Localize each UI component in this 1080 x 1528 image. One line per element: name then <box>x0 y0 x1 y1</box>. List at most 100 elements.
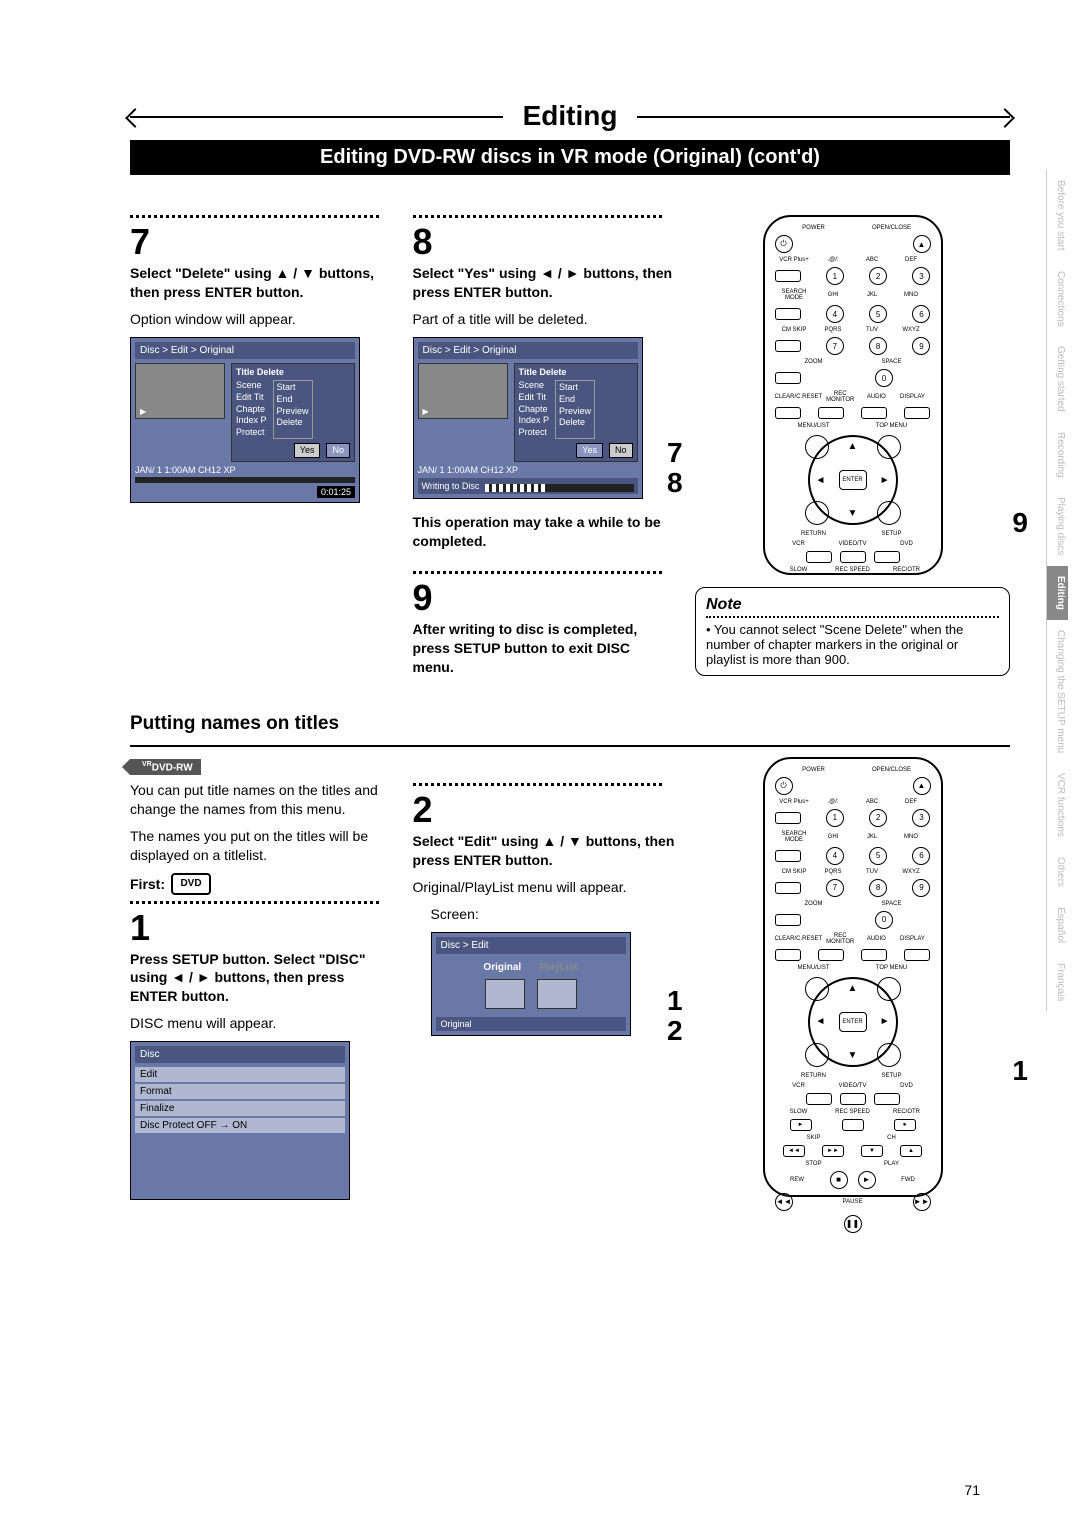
status: JAN/ 1 1:00AM CH12 XP <box>418 465 519 475</box>
side-tab-active[interactable]: Editing <box>1046 566 1068 620</box>
note-body: • You cannot select "Scene Delete" when … <box>706 622 999 667</box>
top-menu-button[interactable] <box>877 977 901 1001</box>
right-arrow[interactable] <box>880 475 890 486</box>
side-tabs: Before you start Connections Getting sta… <box>1046 170 1068 1011</box>
zoom-button[interactable] <box>775 372 801 384</box>
search-mode-button[interactable] <box>775 308 801 320</box>
tab-original[interactable]: Original <box>483 962 521 973</box>
note-title: Note <box>706 596 999 614</box>
fwd-button[interactable]: ►► <box>913 1193 931 1211</box>
step-8-body: Part of a title will be deleted. <box>413 310 676 329</box>
section2-intro1: You can put title names on the titles an… <box>130 781 393 819</box>
no-button[interactable]: No <box>326 443 350 459</box>
side-tab[interactable]: Français <box>1046 953 1068 1011</box>
left-arrow[interactable] <box>816 1016 826 1027</box>
disc-menu-item-edit[interactable]: Edit <box>135 1067 345 1082</box>
step-7-body: Option window will appear. <box>130 310 393 329</box>
right-arrow[interactable] <box>880 1016 890 1027</box>
power-button[interactable]: ⏻ <box>775 235 793 253</box>
up-arrow[interactable] <box>848 983 858 994</box>
disc-menu-item-finalize[interactable]: Finalize <box>135 1101 345 1116</box>
play-button[interactable]: ► <box>858 1171 876 1189</box>
setup-button[interactable] <box>877 501 901 525</box>
cm-skip-button[interactable] <box>775 340 801 352</box>
return-button[interactable] <box>805 501 829 525</box>
preview-thumb <box>418 363 508 419</box>
yes-button[interactable]: Yes <box>576 443 603 459</box>
disc-menu-screen: Disc Edit Format Finalize Disc Protect O… <box>130 1041 350 1200</box>
side-tab[interactable]: Playing discs <box>1046 487 1068 565</box>
dpad[interactable]: ENTER <box>808 977 898 1067</box>
disc-menu-item-protect[interactable]: Disc Protect OFF → ON <box>135 1118 345 1133</box>
original-thumb <box>485 979 525 1009</box>
step-1-instruction: Press SETUP button. Select "DISC" using … <box>130 950 393 1007</box>
step-9-instruction: After writing to disc is completed, pres… <box>413 620 676 677</box>
menu-list-button[interactable] <box>805 977 829 1001</box>
dvd-button[interactable] <box>874 1093 900 1105</box>
side-tab[interactable]: Before you start <box>1046 170 1068 261</box>
stop-button[interactable]: ■ <box>830 1171 848 1189</box>
section-heading: Putting names on titles <box>130 713 1010 735</box>
pause-button[interactable]: ❚❚ <box>844 1215 862 1233</box>
first-label: First: <box>130 876 165 892</box>
vcr-button[interactable] <box>806 551 832 563</box>
dvd-rw-badge: VRDVD-RW <box>130 759 201 775</box>
side-tab[interactable]: Connections <box>1046 261 1068 337</box>
open-close-button[interactable]: ▲ <box>913 777 931 795</box>
disc-menu-header: Disc <box>135 1046 345 1063</box>
menu-list-button[interactable] <box>805 435 829 459</box>
callout-lower-1b: 1 <box>1012 1055 1028 1087</box>
note-box: Note • You cannot select "Scene Delete" … <box>695 587 1010 676</box>
panel-title: Title Delete <box>236 367 350 379</box>
no-button[interactable]: No <box>609 443 633 459</box>
step-7-instruction: Select "Delete" using ▲ / ▼ buttons, the… <box>130 264 393 302</box>
setup-button[interactable] <box>877 1043 901 1067</box>
vcr-button[interactable] <box>806 1093 832 1105</box>
down-arrow[interactable] <box>848 1050 858 1061</box>
breadcrumb: Disc > Edit > Original <box>135 342 355 359</box>
dpad[interactable]: ENTER <box>808 435 898 525</box>
up-arrow[interactable] <box>848 441 858 452</box>
open-close-button[interactable]: ▲ <box>913 235 931 253</box>
step-1-body: DISC menu will appear. <box>130 1014 393 1033</box>
remote-lower: POWEROPEN/CLOSE ⏻▲ VCR Plus+.@/:ABCDEF 1… <box>763 757 943 1197</box>
callout-9: 9 <box>1012 507 1028 539</box>
left-arrow[interactable] <box>816 475 826 486</box>
edit-menu-footer: Original <box>436 1017 626 1031</box>
side-tab[interactable]: Recording <box>1046 422 1068 488</box>
video-tv-button[interactable] <box>840 551 866 563</box>
dvd-button[interactable] <box>874 551 900 563</box>
step-7-number: 7 <box>130 224 393 260</box>
enter-button[interactable]: ENTER <box>839 1012 867 1032</box>
side-tab[interactable]: Changing the SETUP menu <box>1046 620 1068 763</box>
down-arrow[interactable] <box>848 508 858 519</box>
breadcrumb: Disc > Edit > Original <box>418 342 638 359</box>
step-8-note: This operation may take a while to be co… <box>413 513 676 551</box>
side-tab[interactable]: Others <box>1046 847 1068 897</box>
callout-lower-1: 1 <box>667 985 683 1017</box>
rew-button[interactable]: ◄◄ <box>775 1193 793 1211</box>
power-button[interactable]: ⏻ <box>775 777 793 795</box>
disc-menu-item-format[interactable]: Format <box>135 1084 345 1099</box>
clear-button[interactable] <box>775 407 801 419</box>
writing-label: Writing to Disc <box>422 481 480 491</box>
step-2-body2: Screen: <box>431 905 676 924</box>
enter-button[interactable]: ENTER <box>839 470 867 490</box>
top-menu-button[interactable] <box>877 435 901 459</box>
step-1-number: 1 <box>130 910 393 946</box>
timecode: 0:01:25 <box>317 486 355 498</box>
page-title: Editing <box>503 100 638 132</box>
return-button[interactable] <box>805 1043 829 1067</box>
page-number: 71 <box>964 1482 980 1498</box>
remote-upper: POWEROPEN/CLOSE ⏻▲ VCR Plus+.@/:ABCDEF 1… <box>763 215 943 575</box>
side-tab[interactable]: Español <box>1046 897 1068 953</box>
yes-button[interactable]: Yes <box>294 443 321 459</box>
tab-playlist[interactable]: PlayList <box>539 962 577 973</box>
display-button[interactable] <box>904 407 930 419</box>
video-tv-button[interactable] <box>840 1093 866 1105</box>
dvd-icon: DVD <box>171 873 211 895</box>
side-tab[interactable]: VCR functions <box>1046 763 1068 847</box>
side-tab[interactable]: Getting started <box>1046 336 1068 422</box>
step-2-body: Original/PlayList menu will appear. <box>413 878 676 897</box>
vcrplus-button[interactable] <box>775 270 801 282</box>
